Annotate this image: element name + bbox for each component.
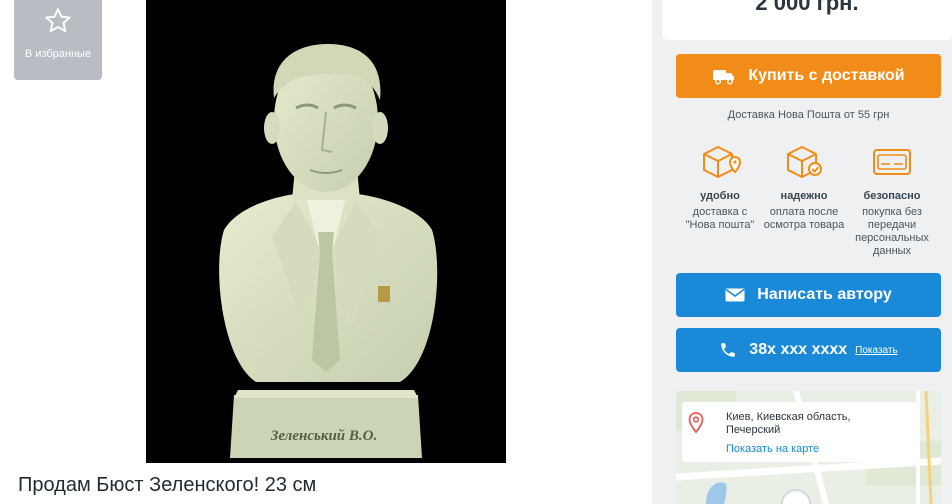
show-phone-link[interactable]: Показать: [855, 345, 898, 356]
phone-number: 38х ххх хххх: [749, 341, 848, 358]
location-address: Киев, Киевская область, Печерский: [726, 411, 926, 437]
buy-with-delivery-button[interactable]: Купить с доставкой: [676, 54, 941, 98]
phone-button[interactable]: 38х ххх хххх Показать: [676, 328, 941, 372]
phone-icon: [721, 343, 736, 357]
delivery-note: Доставка Нова Пошта от 55 грн: [727, 109, 890, 121]
price-card: 2 000 грн.: [662, 0, 952, 40]
feature-title: удобно: [700, 190, 740, 202]
feature-convenient: удобно доставка с "Нова пошта": [678, 142, 762, 232]
favorite-button[interactable]: В избранные: [14, 0, 102, 80]
envelope-icon: [725, 288, 745, 302]
truck-icon: [713, 70, 735, 85]
plaque-text: Зеленський В.О.: [270, 428, 378, 444]
card-icon: [873, 149, 911, 175]
location-city: Киев, Киевская область,: [726, 411, 851, 423]
feature-title: надежно: [780, 190, 828, 202]
box-check-icon: [787, 146, 822, 178]
write-author-button[interactable]: Написать автору: [676, 273, 941, 317]
price: 2 000 грн.: [755, 0, 859, 15]
listing-title: Продам Бюст Зеленского! 23 см: [18, 474, 317, 496]
feature-desc: покупка без передачи персональных данных: [855, 206, 929, 257]
listing-main: В избранные Зеленський В.О. Продам Бюст …: [0, 0, 652, 504]
feature-desc: оплата после осмотра товара: [763, 206, 845, 231]
show-on-map-link[interactable]: Показать на карте: [726, 443, 819, 455]
listing-sidebar: 2 000 грн. Купить с доставкой Доставка Н…: [662, 0, 952, 504]
feature-title: безопасно: [863, 190, 921, 202]
write-button-label: Написать автору: [757, 286, 892, 303]
location-pin-icon: [688, 412, 704, 434]
feature-safe: безопасно покупка без передачи персональ…: [850, 142, 934, 258]
location-district: Печерский: [726, 424, 781, 436]
box-location-icon: [703, 146, 742, 178]
bust-image: Зеленський В.О.: [146, 0, 506, 463]
favorite-label: В избранные: [24, 48, 92, 60]
listing-photo[interactable]: Зеленський В.О.: [146, 0, 506, 463]
buy-button-label: Купить с доставкой: [748, 67, 905, 84]
star-icon: [45, 8, 71, 33]
feature-desc: доставка с "Нова пошта": [685, 206, 755, 231]
feature-reliable: надежно оплата после осмотра товара: [762, 142, 846, 232]
